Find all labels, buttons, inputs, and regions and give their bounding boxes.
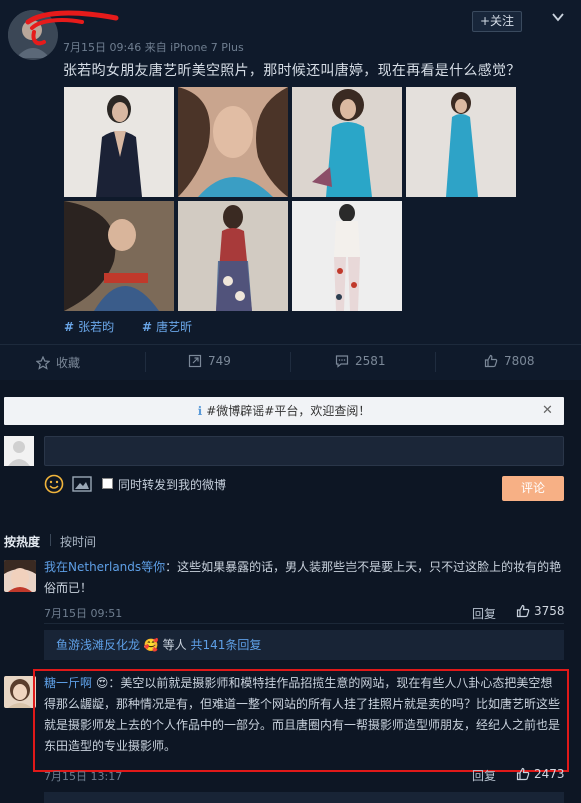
commenter-avatar[interactable] — [4, 676, 36, 708]
comment-icon — [335, 355, 349, 368]
post-photo-5[interactable] — [64, 201, 174, 311]
comment-count: 2581 — [355, 354, 386, 368]
post-photo-3[interactable] — [292, 87, 402, 197]
sort-by-time-tab[interactable]: 按时间 — [60, 533, 96, 550]
post-photo-4[interactable] — [406, 87, 516, 197]
chevron-down-icon[interactable] — [551, 10, 565, 24]
repost-checkbox-label: 同时转发到我的微博 — [118, 478, 227, 492]
post-photo-7[interactable] — [292, 201, 402, 311]
comment-text: 我在Netherlands等你：这些如果暴露的话，男人装那些岂不是要上天，只不过… — [44, 557, 564, 599]
reply-username[interactable]: 鱼游浅滩反化龙 — [56, 638, 140, 652]
my-avatar — [4, 436, 34, 466]
reply-count[interactable]: 共141条回复 — [190, 638, 261, 652]
more-replies-bar[interactable]: 鱼游浅滩反化龙 🥰 等人 共141条回复 — [44, 630, 564, 660]
close-icon[interactable]: ✕ — [542, 404, 553, 418]
favorite-button[interactable]: 收藏 — [36, 354, 80, 371]
comment-username[interactable]: 我在Netherlands等你 — [44, 560, 165, 574]
submit-comment-button[interactable]: 评论 — [502, 476, 564, 501]
favorite-label: 收藏 — [56, 356, 81, 370]
more-replies-bar[interactable] — [44, 792, 564, 803]
comment-text-line: 俗而已！ — [44, 581, 93, 595]
notice-text: #微博辟谣#平台，欢迎查阅！ — [206, 404, 371, 418]
comment-time: 7月15日 13:17 — [44, 770, 123, 783]
post-photo-2[interactable] — [178, 87, 288, 197]
highlight-annotation-box — [33, 669, 569, 772]
sort-divider — [50, 534, 51, 546]
reply-suffix: 等人 — [162, 638, 187, 652]
hashtag-icon: # — [142, 320, 153, 334]
image-icon[interactable] — [72, 476, 92, 492]
action-divider — [435, 352, 436, 372]
repost-count: 749 — [208, 354, 231, 368]
comment-like-count: 2473 — [534, 767, 565, 781]
thumbs-up-icon — [516, 604, 530, 618]
info-icon: ℹ — [197, 404, 203, 418]
repost-button[interactable]: 749 — [188, 354, 231, 368]
like-button[interactable]: 7808 — [484, 354, 535, 368]
thumbs-up-icon — [516, 767, 530, 781]
post-meta: 7月15日 09:46 来自 iPhone 7 Plus — [63, 41, 244, 54]
commenter-avatar[interactable] — [4, 560, 36, 592]
reply-button[interactable]: 回复 — [472, 605, 496, 622]
tag-1-label: 张若昀 — [78, 320, 115, 334]
follow-button[interactable]: +关注 — [472, 11, 522, 32]
post-photo-1[interactable] — [64, 87, 174, 197]
action-divider — [290, 352, 291, 372]
post-photo-6[interactable] — [178, 201, 288, 311]
like-count: 7808 — [504, 354, 535, 368]
tag-2[interactable]: # 唐艺昕 — [142, 318, 192, 335]
tag-2-label: 唐艺昕 — [156, 320, 193, 334]
thumbs-up-icon — [484, 354, 498, 368]
action-divider — [145, 352, 146, 372]
comment-like-button[interactable]: 3758 — [516, 604, 565, 618]
reply-button[interactable]: 回复 — [472, 767, 496, 784]
comment-like-button[interactable]: 2473 — [516, 767, 565, 781]
emoji-icon: 🥰 — [143, 638, 159, 652]
tag-1[interactable]: # 张若昀 — [64, 318, 114, 335]
repost-checkbox[interactable] — [102, 478, 113, 489]
comment-time: 7月15日 09:51 — [44, 607, 123, 620]
star-icon — [36, 355, 50, 370]
comment-like-count: 3758 — [534, 604, 565, 618]
comment-input[interactable] — [44, 436, 564, 466]
emoji-icon[interactable] — [44, 474, 64, 494]
comment-button[interactable]: 2581 — [335, 354, 386, 368]
post-text: 张若昀女朋友唐艺昕美空照片，那时候还叫唐婷，现在再看是什么感觉？ — [63, 63, 521, 79]
repost-icon — [188, 354, 202, 368]
comment-text-line: ：这些如果暴露的话，男人装那些岂不是要上天，只不过这脸上的妆有的艳 — [165, 560, 562, 574]
hashtag-icon: # — [64, 320, 75, 334]
comment-divider — [44, 623, 564, 624]
sort-by-hot-tab[interactable]: 按热度 — [4, 533, 40, 550]
notice-banner[interactable]: ℹ #微博辟谣#平台，欢迎查阅！ — [4, 397, 564, 425]
